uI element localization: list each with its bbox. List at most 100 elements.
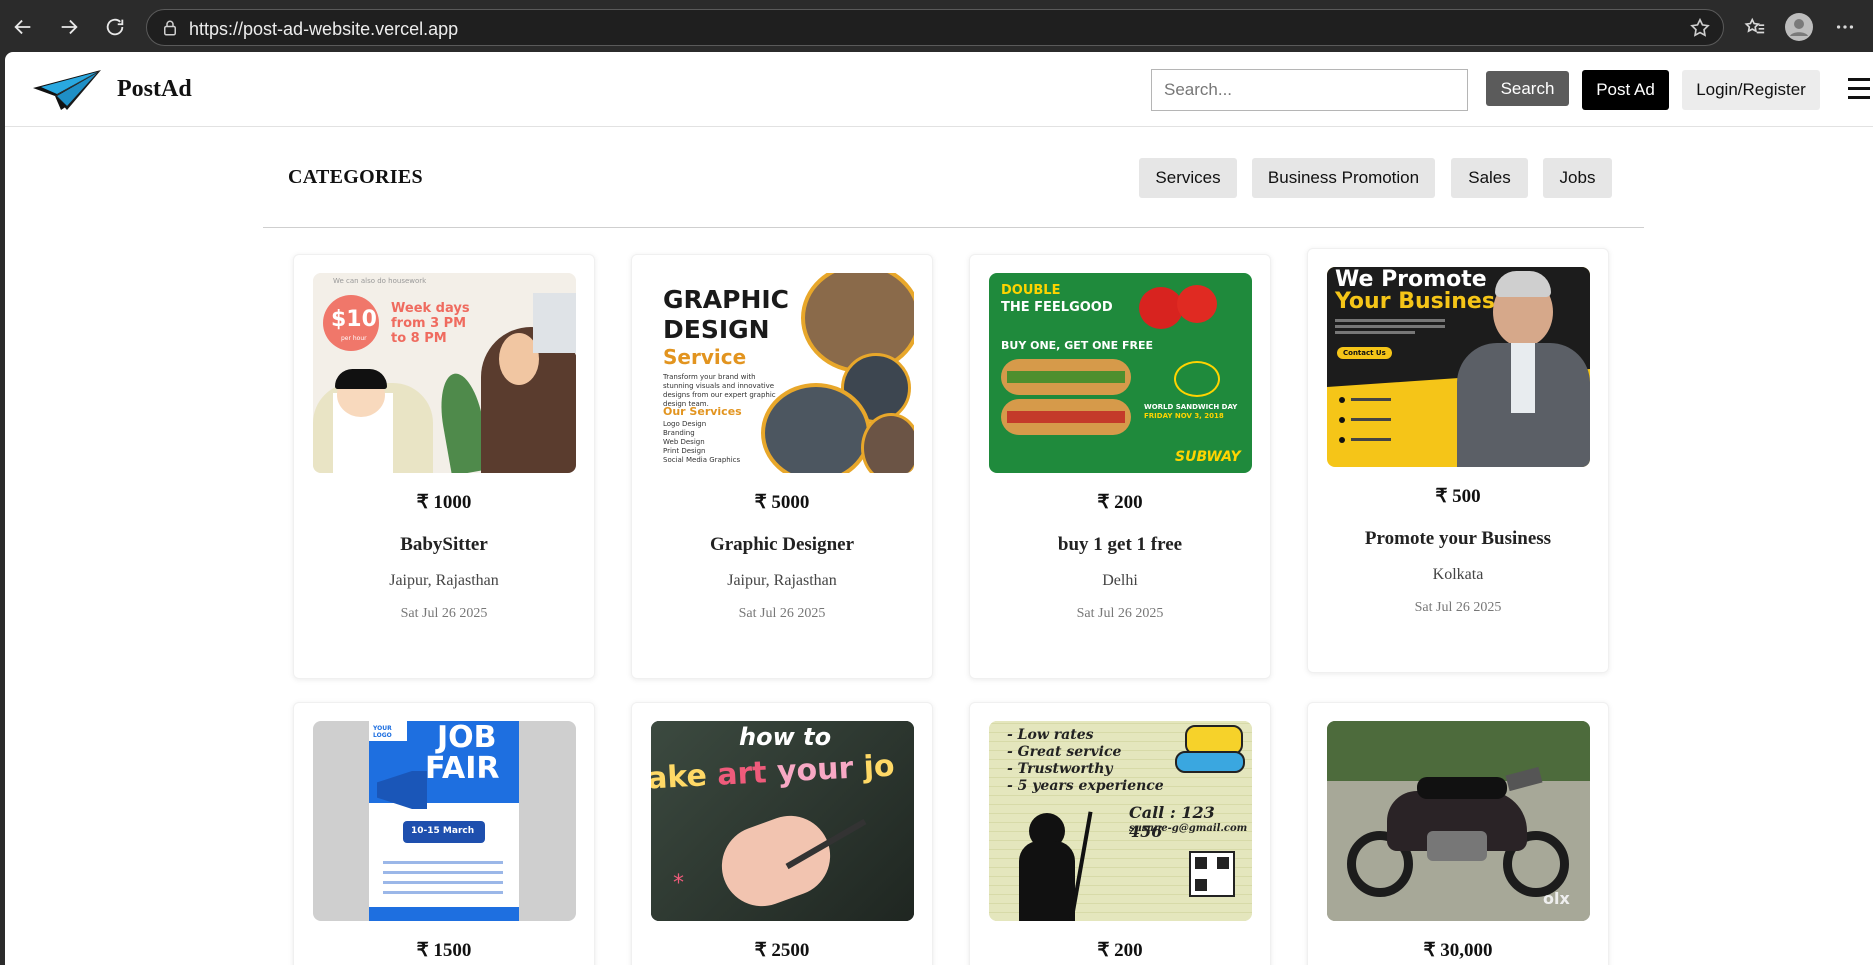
ad-card[interactable]: We Promote Your Business Contact Us ₹ 50… [1307,248,1609,673]
ad-image-business-promotion[interactable]: We Promote Your Business Contact Us [1327,267,1590,467]
ad-location: Delhi [1102,572,1138,589]
ad-location: Kolkata [1432,566,1484,583]
categories-heading: CATEGORIES [288,166,423,188]
ad-image-text: DOUBLE [1001,283,1061,298]
site-header: PostAd Search Post Ad Login/Register [5,52,1873,127]
post-ad-button[interactable]: Post Ad [1582,70,1669,110]
ad-price: ₹ 500 [1435,486,1481,507]
ad-image-text: Branding [663,429,695,437]
ad-image-text: Week days from 3 PM to 8 PM [391,301,470,346]
ad-image-text: JOB [437,721,497,755]
ad-card[interactable]: We can also do housework $10 per hour We… [293,254,595,679]
ad-image-text: BUY ONE, GET ONE FREE [1001,339,1153,352]
login-register-button[interactable]: Login/Register [1682,70,1820,110]
ad-image-text: Social Media Graphics [663,456,741,464]
ad-image-text: Service [663,345,747,369]
ad-image-text: FAIR [425,751,500,786]
ad-image-motorbike[interactable]: olx [1327,721,1590,921]
ad-image-text: ake [651,757,719,797]
ad-image-cleaning-service[interactable]: - Low rates - Great service - Trustworth… [989,721,1252,921]
ad-image-text: Print Design [663,447,706,455]
category-business-promotion-button[interactable]: Business Promotion [1252,158,1435,198]
ad-price: ₹ 30,000 [1423,940,1493,961]
ad-image-text: - 5 years experience [1007,778,1164,794]
ad-image-text: WORLD SANDWICH DAY [1144,403,1238,411]
ad-image-text: susane-g@gmail.com [1129,823,1248,834]
search-button[interactable]: Search [1486,71,1569,106]
ad-price: ₹ 1500 [416,940,472,961]
ad-image-text: $10 [331,307,377,332]
ad-card[interactable]: DOUBLE THE FEELGOOD BUY ONE, GET ONE FRE… [969,254,1271,679]
brand-name[interactable]: PostAd [117,76,192,103]
category-services-button[interactable]: Services [1139,158,1237,198]
ad-title[interactable]: Promote your Business [1308,528,1608,550]
ad-date: Sat Jul 26 2025 [1414,600,1502,615]
ad-image-text: DESIGN [663,315,770,344]
ad-image-subway[interactable]: DOUBLE THE FEELGOOD BUY ONE, GET ONE FRE… [989,273,1252,473]
ad-card[interactable]: YOUR LOGO JOB FAIR 10-15 March ₹ 1500 [293,702,595,965]
back-arrow-icon[interactable] [6,10,40,44]
ad-image-text: GRAPHIC [663,285,790,314]
ad-image-text: per hour [341,335,367,342]
ad-image-text: Web Design [663,438,705,446]
ad-image-text: Our Services [663,405,742,418]
category-jobs-button[interactable]: Jobs [1543,158,1612,198]
ad-card[interactable]: GRAPHIC DESIGN Service Transform your br… [631,254,933,679]
category-sales-button[interactable]: Sales [1451,158,1528,198]
favorites-icon[interactable] [1740,12,1770,42]
ad-image-text: Logo Design [663,420,707,428]
ad-card[interactable]: olx ₹ 30,000 [1307,702,1609,965]
ad-image-text: art [716,754,778,793]
ad-price: ₹ 2500 [754,940,810,961]
ad-image-job-fair[interactable]: YOUR LOGO JOB FAIR 10-15 March [313,721,576,921]
ad-image-text: your [776,750,855,790]
hamburger-menu-icon[interactable] [1848,78,1870,100]
ad-title[interactable]: buy 1 get 1 free [970,534,1270,556]
ad-image-text: - Trustworthy [1007,761,1113,777]
ad-image-graphic-design[interactable]: GRAPHIC DESIGN Service Transform your br… [651,273,914,473]
ad-image-text: jo [852,748,896,786]
profile-avatar-icon[interactable] [1784,12,1814,42]
url-text[interactable]: https://post-ad-website.vercel.app [189,19,458,40]
ad-date: Sat Jul 26 2025 [1076,606,1164,621]
search-input[interactable] [1151,69,1468,111]
ad-price: ₹ 5000 [754,492,810,513]
ad-card[interactable]: how to ake art your jo * ₹ 2500 [631,702,933,965]
ad-image-text: how to [739,723,832,751]
ad-card[interactable]: - Low rates - Great service - Trustworth… [969,702,1271,965]
ad-image-text: Transform your brand with stunning visua… [663,373,776,408]
ad-image-text: olx [1543,889,1570,908]
ad-image-text: YOUR LOGO [373,725,392,739]
forward-arrow-icon[interactable] [52,10,86,44]
ad-title[interactable]: Graphic Designer [632,534,932,556]
paper-plane-logo-icon[interactable] [31,66,103,112]
ad-location: Jaipur, Rajasthan [389,572,499,589]
ad-location: Jaipur, Rajasthan [727,572,837,589]
divider [263,227,1644,228]
reload-icon[interactable] [98,10,132,44]
ad-image-text: - Great service [1007,744,1122,760]
ad-image-art-class[interactable]: how to ake art your jo * [651,721,914,921]
page-content: PostAd Search Post Ad Login/Register CAT… [5,52,1873,965]
ad-image-text: SUBWAY [1175,449,1241,465]
browser-chrome: https://post-ad-website.vercel.app [0,0,1873,52]
ad-date: Sat Jul 26 2025 [738,606,826,621]
ad-price: ₹ 200 [1097,940,1143,961]
ad-title[interactable]: BabySitter [294,534,594,556]
ad-image-babysitter[interactable]: We can also do housework $10 per hour We… [313,273,576,473]
ad-date: Sat Jul 26 2025 [400,606,488,621]
lock-icon[interactable] [161,19,179,37]
ad-image-text: THE FEELGOOD [1001,300,1113,315]
ad-image-text: Call : 123 456 [1129,803,1215,841]
ad-price: ₹ 1000 [416,492,472,513]
address-bar[interactable]: https://post-ad-website.vercel.app [146,9,1724,46]
ad-price: ₹ 200 [1097,492,1143,513]
ad-image-text: Contact Us [1337,347,1392,359]
ad-image-text: 10-15 March [411,826,475,836]
favorite-star-icon[interactable] [1689,17,1711,39]
ad-image-text: We can also do housework [333,277,427,285]
ad-image-text: Your Business [1335,289,1509,314]
more-options-icon[interactable] [1830,12,1860,42]
ad-image-text: - Low rates [1007,727,1094,743]
ad-image-text: FRIDAY NOV 3, 2018 [1144,412,1224,420]
